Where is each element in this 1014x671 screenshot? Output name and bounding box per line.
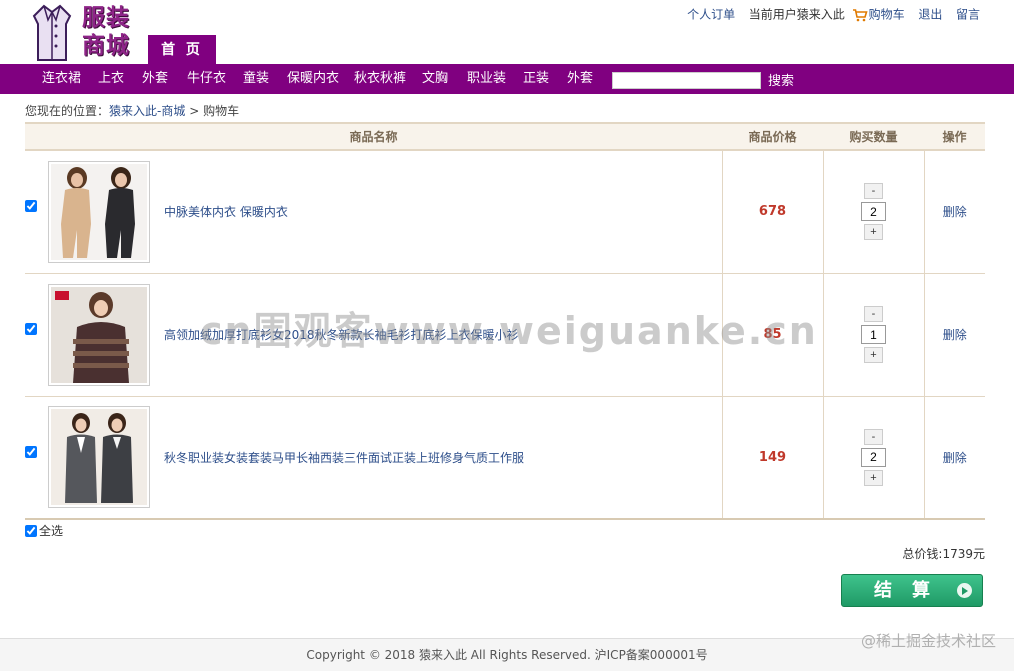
- total-price: 总价钱:1739元: [902, 547, 985, 561]
- breadcrumb: 您现在的位置：猿来入此-商城 > 购物车: [25, 102, 239, 119]
- nav-item-bra[interactable]: 文胸: [422, 64, 448, 94]
- select-all[interactable]: 全选: [25, 522, 63, 539]
- table-row: 秋冬职业装女装套装马甲长袖西装三件面试正装上班修身气质工作服 149 - + 删…: [25, 396, 985, 520]
- current-user-name: 猿来入此: [796, 7, 845, 22]
- message-link[interactable]: 留言: [956, 8, 980, 22]
- nav-item-tops[interactable]: 上衣: [98, 64, 124, 94]
- item-checkbox[interactable]: [25, 323, 37, 335]
- breadcrumb-separator: >: [189, 104, 200, 118]
- product-price: 149: [721, 396, 823, 520]
- quantity-stepper: - +: [861, 183, 886, 241]
- quantity-input[interactable]: [861, 202, 886, 222]
- select-all-checkbox[interactable]: [25, 524, 37, 537]
- my-orders-link[interactable]: 个人订单: [687, 8, 735, 22]
- header-product-name: 商品名称: [25, 122, 722, 151]
- nav-item-outerwear[interactable]: 外套: [567, 64, 593, 94]
- product-price: 85: [721, 273, 823, 397]
- breadcrumb-home-link[interactable]: 猿来入此-商城: [109, 104, 185, 118]
- product-image-shapewear: [51, 163, 147, 260]
- site-header: 服装 商城 首 页 个人订单 当前用户猿来入此 购物车 退出 留言: [0, 0, 1014, 64]
- decrease-quantity-button[interactable]: -: [864, 183, 883, 200]
- cart-table-header: 商品名称 商品价格 购买数量 操作: [25, 122, 985, 151]
- nav-item-workwear[interactable]: 职业装: [467, 64, 506, 94]
- search-button[interactable]: 搜索: [768, 72, 794, 89]
- header-price: 商品价格: [722, 122, 823, 151]
- increase-quantity-button[interactable]: +: [864, 347, 883, 363]
- decrease-quantity-button[interactable]: -: [864, 428, 883, 445]
- search-input[interactable]: [612, 72, 761, 89]
- footer-copyright: Copyright © 2018 猿来入此 All Rights Reserve…: [306, 648, 708, 662]
- cart-icon: [852, 8, 868, 21]
- product-name-link[interactable]: 高领加绒加厚打底衫女2018秋冬新款长袖毛衫打底衫上衣保暖小衫: [164, 328, 519, 342]
- increase-quantity-button[interactable]: +: [864, 469, 883, 486]
- logo-text-line1: 服装: [82, 4, 130, 31]
- breadcrumb-prefix: 您现在的位置：: [25, 104, 110, 118]
- quantity-input[interactable]: [861, 325, 886, 344]
- nav-item-formal[interactable]: 正装: [523, 64, 549, 94]
- product-price: 678: [721, 150, 823, 274]
- table-row: 高领加绒加厚打底衫女2018秋冬新款长袖毛衫打底衫上衣保暖小衫 85 - + 删…: [25, 273, 985, 397]
- coat-logo-icon: [32, 4, 72, 61]
- header-quantity: 购买数量: [823, 122, 924, 151]
- delete-link[interactable]: 删除: [943, 328, 967, 342]
- checkout-button[interactable]: 结算: [841, 574, 983, 607]
- nav-item-coat[interactable]: 外套: [142, 64, 168, 94]
- nav-item-thermal[interactable]: 保暖内衣: [287, 64, 339, 94]
- logout-link[interactable]: 退出: [918, 8, 942, 22]
- select-all-label: 全选: [39, 524, 64, 538]
- quantity-input[interactable]: [861, 447, 886, 467]
- product-name-link[interactable]: 中脉美体内衣 保暖内衣: [164, 205, 288, 219]
- delete-link[interactable]: 删除: [943, 205, 967, 219]
- nav-item-denim[interactable]: 牛仔衣: [187, 64, 226, 94]
- checkout-label: 结算: [874, 580, 950, 600]
- corner-watermark: @稀土掘金技术社区: [860, 632, 996, 650]
- decrease-quantity-button[interactable]: -: [864, 306, 883, 322]
- item-checkbox[interactable]: [25, 200, 37, 213]
- quantity-stepper: - +: [861, 306, 886, 363]
- logo-text: 服装 商城: [82, 4, 130, 60]
- product-thumbnail[interactable]: [48, 160, 150, 263]
- logo-text-line2: 商城: [82, 32, 130, 59]
- increase-quantity-button[interactable]: +: [864, 224, 883, 241]
- header-operation: 操作: [924, 122, 985, 151]
- table-row: 中脉美体内衣 保暖内衣 678 - + 删除: [25, 150, 985, 274]
- product-thumbnail[interactable]: [48, 283, 150, 386]
- quantity-stepper: - +: [861, 428, 886, 486]
- top-links: 个人订单 当前用户猿来入此 购物车 退出 留言: [687, 7, 980, 22]
- item-checkbox[interactable]: [25, 445, 37, 458]
- current-user-prefix: 当前用户: [748, 7, 797, 22]
- nav-item-autumn-wear[interactable]: 秋衣秋裤: [354, 64, 406, 94]
- delete-link[interactable]: 删除: [943, 451, 967, 465]
- cart-link[interactable]: 购物车: [869, 8, 905, 22]
- product-thumbnail[interactable]: [48, 406, 150, 509]
- nav-item-kids[interactable]: 童装: [243, 64, 269, 94]
- product-image-sweater: [51, 286, 147, 383]
- product-name-link[interactable]: 秋冬职业装女装套装马甲长袖西装三件面试正装上班修身气质工作服: [164, 451, 524, 465]
- nav-item-dress[interactable]: 连衣裙: [42, 64, 81, 94]
- product-image-suit: [51, 409, 147, 506]
- cart-table: 商品名称 商品价格 购买数量 操作 中脉美体内衣 保暖内衣 678 - 2 + …: [25, 122, 985, 520]
- site-logo[interactable]: 服装 商城: [30, 4, 138, 62]
- breadcrumb-current: 购物车: [203, 104, 240, 118]
- arrow-right-icon: [957, 583, 972, 598]
- home-tab[interactable]: 首 页: [148, 35, 216, 64]
- category-navbar: 连衣裙 上衣 外套 牛仔衣 童装 保暖内衣 秋衣秋裤 文胸 职业装 正装 外套 …: [0, 64, 1014, 94]
